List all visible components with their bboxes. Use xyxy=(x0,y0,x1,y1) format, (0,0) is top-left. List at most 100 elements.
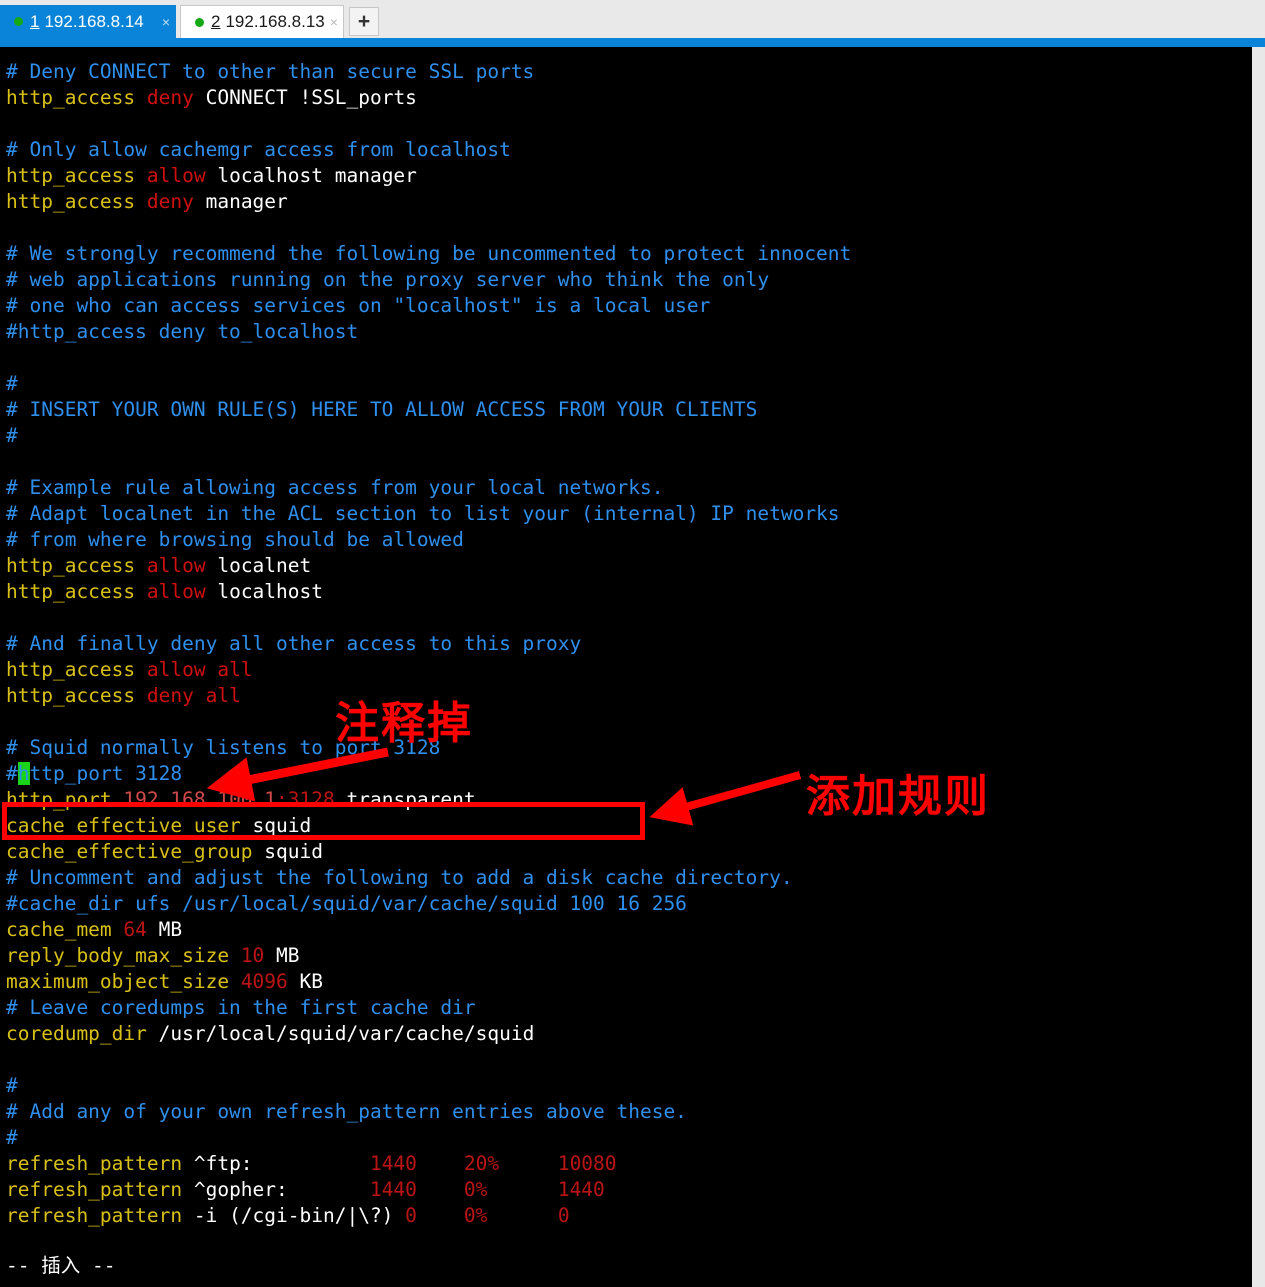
code-token: http_access xyxy=(6,190,147,213)
code-token: : xyxy=(276,788,288,811)
code-token: refresh_pattern xyxy=(6,1152,194,1175)
code-token: h xyxy=(17,762,30,785)
code-token: -i (/cgi-bin/|\?) xyxy=(193,1204,406,1227)
code-token: # web applications running on the proxy … xyxy=(6,268,770,291)
code-token: # xyxy=(6,1074,18,1097)
editor-line: # Adapt localnet in the ACL section to l… xyxy=(6,501,851,527)
code-token: # INSERT YOUR OWN RULE(S) HERE TO ALLOW … xyxy=(6,398,758,421)
editor-line: # Leave coredumps in the first cache dir xyxy=(6,995,851,1021)
code-token: # one who can access services on "localh… xyxy=(6,294,711,317)
code-token: http_access xyxy=(6,86,147,109)
tab-number: 1 xyxy=(30,11,40,31)
code-token: http_access xyxy=(6,554,147,577)
code-token: localhost xyxy=(205,580,323,603)
new-tab-button[interactable]: + xyxy=(349,7,379,36)
editor-line: cache_effective_group squid xyxy=(6,839,851,865)
code-token: MB xyxy=(146,918,183,941)
squid-conf-text: # Deny CONNECT to other than secure SSL … xyxy=(6,59,851,1229)
code-token: #http_access deny to_localhost xyxy=(6,320,359,343)
code-token: # We strongly recommend the following be… xyxy=(6,242,852,265)
editor-line: refresh_pattern ^gopher: 1440 0% 1440 xyxy=(6,1177,851,1203)
code-token: 1440 xyxy=(557,1178,605,1201)
code-token: cache_mem xyxy=(6,918,124,941)
editor-line: # Squid normally listens to port 3128 xyxy=(6,735,851,761)
code-token: 1440 xyxy=(369,1178,417,1201)
tab-number: 2 xyxy=(211,12,221,31)
editor-line: http_port 192.168.100.1:3128 transparent xyxy=(6,787,851,813)
editor-line: # Example rule allowing access from your… xyxy=(6,475,851,501)
editor-line: # web applications running on the proxy … xyxy=(6,267,851,293)
editor-line: http_access deny all xyxy=(6,683,851,709)
code-token: # Leave coredumps in the first cache dir xyxy=(6,996,476,1019)
code-token: 0 xyxy=(405,1204,417,1227)
editor-line: # xyxy=(6,371,851,397)
code-token: 0 xyxy=(557,1204,570,1227)
editor-line: # Add any of your own refresh_pattern en… xyxy=(6,1099,851,1125)
code-token: # Only allow cachemgr access from localh… xyxy=(6,138,511,161)
editor-line: # Only allow cachemgr access from localh… xyxy=(6,137,851,163)
tab-label: 192.168.8.13 xyxy=(225,12,325,31)
code-token: http_access xyxy=(6,684,147,707)
code-token: reply_body_max_size xyxy=(6,944,241,967)
editor-line: coredump_dir /usr/local/squid/var/cache/… xyxy=(6,1021,851,1047)
code-token: maximum_object_size xyxy=(6,970,241,993)
code-token: http_access xyxy=(6,580,147,603)
code-token: allow xyxy=(146,580,206,603)
code-token: # xyxy=(6,372,18,395)
code-token: # Squid normally listens to port 3128 xyxy=(6,736,441,759)
code-token: squid xyxy=(252,840,323,863)
code-token: deny xyxy=(146,86,194,109)
code-token: 192.168.100.1 xyxy=(123,788,277,811)
editor-line: # from where browsing should be allowed xyxy=(6,527,851,553)
code-token: coredump_dir xyxy=(6,1022,147,1045)
code-token: deny xyxy=(146,190,194,213)
code-token: # Adapt localnet in the ACL section to l… xyxy=(6,502,840,525)
terminal-right-border xyxy=(1252,47,1265,1287)
editor-line: # Uncomment and adjust the following to … xyxy=(6,865,851,891)
code-token: cache_effective_group xyxy=(6,840,253,863)
tab-bar-filler xyxy=(379,5,1265,38)
code-token: # from where browsing should be allowed xyxy=(6,528,464,551)
editor-line: # And finally deny all other access to t… xyxy=(6,631,851,657)
terminal-screen[interactable]: # Deny CONNECT to other than secure SSL … xyxy=(0,47,1252,1287)
editor-line: http_access allow localhost manager xyxy=(6,163,851,189)
code-token: # xyxy=(6,762,18,785)
editor-line: # Deny CONNECT to other than secure SSL … xyxy=(6,59,851,85)
editor-line: refresh_pattern ^ftp: 1440 20% 10080 xyxy=(6,1151,851,1177)
tab-label: 192.168.8.14 xyxy=(44,11,144,31)
editor-line: #http_access deny to_localhost xyxy=(6,319,851,345)
code-token: manager xyxy=(193,190,288,213)
code-token: ttp_port 3128 xyxy=(29,762,183,785)
editor-line: # We strongly recommend the following be… xyxy=(6,241,851,267)
code-token: 20% xyxy=(463,1152,500,1175)
code-token: # xyxy=(6,1126,18,1149)
editor-line: http_access deny CONNECT !SSL_ports xyxy=(6,85,851,111)
close-icon[interactable]: × xyxy=(162,14,170,30)
code-token: 1440 xyxy=(369,1152,417,1175)
code-token: refresh_pattern xyxy=(6,1178,194,1201)
tab-192-168-8-13[interactable]: 2 192.168.8.13 × xyxy=(180,5,344,38)
code-token: http_access xyxy=(6,658,147,681)
code-token: http_port xyxy=(6,788,124,811)
code-token: /usr/local/squid/var/cache/squid xyxy=(146,1022,535,1045)
code-token: allow xyxy=(146,554,206,577)
close-icon[interactable]: × xyxy=(330,14,338,30)
code-token: deny all xyxy=(146,684,241,707)
tab-192-168-8-14[interactable]: 1 192.168.8.14 × xyxy=(0,5,176,38)
editor-line: # xyxy=(6,1073,851,1099)
vim-mode-status-line: -- 插入 -- xyxy=(6,1254,116,1277)
editor-line: http_access allow localnet xyxy=(6,553,851,579)
connection-status-dot-icon xyxy=(14,17,23,26)
editor-line: # xyxy=(6,1125,851,1151)
code-token: CONNECT !SSL_ports xyxy=(193,86,417,109)
code-token: ^ftp: xyxy=(193,1152,370,1175)
editor-line: # one who can access services on "localh… xyxy=(6,293,851,319)
